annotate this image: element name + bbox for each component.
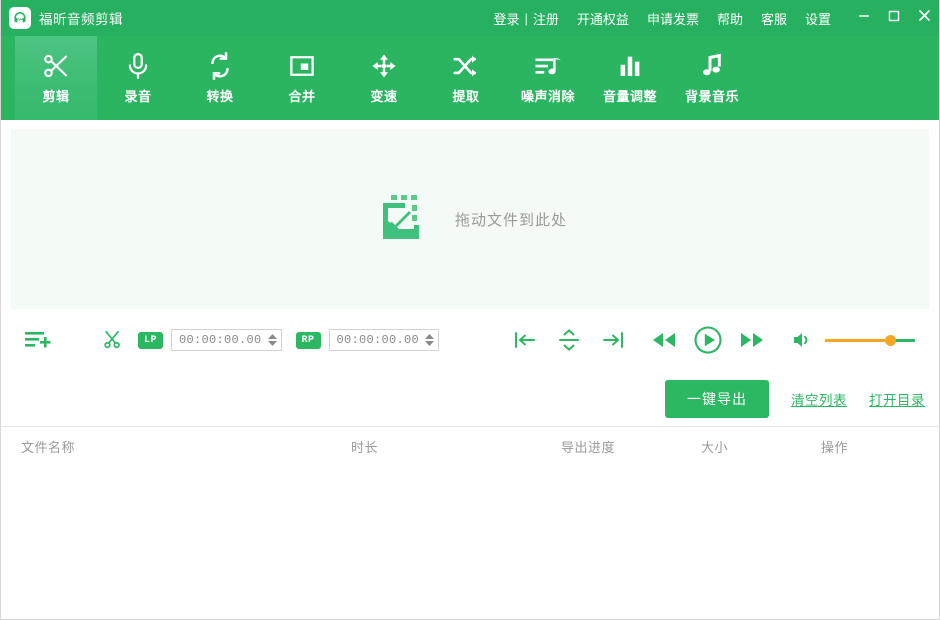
tab-volume-adjust-label: 音量调整 [603, 86, 657, 105]
tab-edit[interactable]: 剪辑 [15, 36, 97, 120]
column-header-progress[interactable]: 导出进度 [561, 437, 701, 456]
close-button[interactable] [909, 0, 939, 36]
dropzone-text: 拖动文件到此处 [455, 209, 567, 230]
tab-noise-reduction[interactable]: 噪声消除 [507, 36, 589, 120]
tab-speed[interactable]: 变速 [343, 36, 425, 120]
tab-noise-reduction-label: 噪声消除 [521, 86, 575, 105]
jump-to-end-icon[interactable] [601, 329, 625, 351]
auth-group: 登录 | 注册 [494, 9, 559, 28]
spinner-up-icon[interactable] [425, 334, 434, 339]
spinner-down-icon[interactable] [425, 341, 434, 346]
left-marker-time-value: 00:00:00.00 [179, 333, 262, 347]
volume-bars-icon [615, 51, 645, 81]
titlebar-menu: 登录 | 注册 开通权益 申请发票 帮助 客服 设置 [494, 0, 832, 36]
menu-item-invoice[interactable]: 申请发票 [647, 9, 699, 28]
add-to-list-icon[interactable] [24, 327, 52, 353]
left-marker-spinner[interactable] [268, 334, 277, 346]
fast-forward-icon[interactable] [739, 330, 765, 350]
play-circle-icon[interactable] [693, 325, 723, 355]
noise-reduce-icon [533, 51, 563, 81]
convert-refresh-icon [205, 51, 235, 81]
maximize-button[interactable] [879, 0, 909, 36]
merge-square-icon [287, 51, 317, 81]
auth-separator: | [525, 11, 528, 26]
tab-convert[interactable]: 转换 [179, 36, 261, 120]
tab-merge-label: 合并 [288, 86, 315, 105]
file-list-table: 文件名称 时长 导出进度 大小 操作 [1, 426, 939, 585]
rewind-icon[interactable] [651, 330, 677, 350]
headphone-icon [12, 10, 28, 26]
microphone-icon [123, 51, 153, 81]
dropzone-container: 拖动文件到此处 [1, 120, 939, 309]
minimize-button[interactable] [849, 0, 879, 36]
menu-item-benefits[interactable]: 开通权益 [577, 9, 629, 28]
column-header-action[interactable]: 操作 [821, 437, 921, 456]
title-bar: 福昕音频剪辑 登录 | 注册 开通权益 申请发票 帮助 客服 设置 [1, 0, 939, 36]
spinner-up-icon[interactable] [268, 334, 277, 339]
tab-speed-label: 变速 [370, 86, 397, 105]
main-toolbar: 剪辑 录音 转换 [1, 36, 939, 120]
window-controls [849, 0, 939, 36]
table-header-row: 文件名称 时长 导出进度 大小 操作 [1, 427, 939, 465]
clear-list-link[interactable]: 清空列表 [791, 389, 847, 409]
table-body-empty [1, 465, 939, 585]
column-header-size[interactable]: 大小 [701, 437, 821, 456]
menu-item-help[interactable]: 帮助 [717, 9, 743, 28]
volume-knob[interactable] [885, 335, 896, 346]
volume-slider[interactable] [825, 333, 915, 347]
tab-background-music[interactable]: 背景音乐 [671, 36, 753, 120]
login-link[interactable]: 登录 [494, 9, 520, 28]
tab-record[interactable]: 录音 [97, 36, 179, 120]
export-actions: 一键导出 清空列表 打开目录 [1, 371, 939, 426]
tab-edit-label: 剪辑 [42, 86, 69, 105]
tab-record-label: 录音 [124, 86, 151, 105]
control-bar: LP 00:00:00.00 RP 00:00:00.00 [1, 309, 939, 371]
volume-fill [825, 339, 890, 342]
tab-merge[interactable]: 合并 [261, 36, 343, 120]
left-marker-badge[interactable]: LP [138, 332, 163, 349]
speaker-volume-icon[interactable] [791, 329, 813, 351]
right-marker-time-field[interactable]: 00:00:00.00 [329, 329, 440, 351]
export-button[interactable]: 一键导出 [665, 380, 769, 418]
tab-convert-label: 转换 [206, 86, 233, 105]
register-link[interactable]: 注册 [533, 9, 559, 28]
close-icon [918, 9, 931, 27]
spinner-down-icon[interactable] [268, 341, 277, 346]
left-marker-time-field[interactable]: 00:00:00.00 [171, 329, 282, 351]
open-folder-link[interactable]: 打开目录 [869, 389, 925, 409]
menu-item-support[interactable]: 客服 [761, 9, 787, 28]
tab-background-music-label: 背景音乐 [685, 86, 739, 105]
app-logo [9, 7, 31, 29]
app-title: 福昕音频剪辑 [39, 8, 123, 28]
cut-scissors-icon[interactable] [102, 328, 124, 352]
right-marker-spinner[interactable] [425, 334, 434, 346]
tab-volume-adjust[interactable]: 音量调整 [589, 36, 671, 120]
drag-drop-arrow-icon [373, 189, 429, 250]
speed-cross-icon [369, 51, 399, 81]
application-window: 福昕音频剪辑 登录 | 注册 开通权益 申请发票 帮助 客服 设置 [0, 0, 940, 620]
shuffle-extract-icon [451, 51, 481, 81]
column-header-duration[interactable]: 时长 [351, 437, 561, 456]
split-divide-icon[interactable] [557, 328, 581, 352]
menu-item-settings[interactable]: 设置 [805, 9, 831, 28]
playback-controls [513, 325, 915, 355]
maximize-icon [888, 9, 900, 27]
minimize-icon [858, 9, 870, 27]
right-marker-badge[interactable]: RP [296, 332, 321, 349]
scissors-icon [41, 51, 71, 81]
file-dropzone[interactable]: 拖动文件到此处 [11, 129, 929, 309]
music-note-icon [697, 51, 727, 81]
tab-extract[interactable]: 提取 [425, 36, 507, 120]
tab-extract-label: 提取 [452, 86, 479, 105]
jump-to-start-icon[interactable] [513, 329, 537, 351]
right-marker-time-value: 00:00:00.00 [337, 333, 420, 347]
column-header-filename[interactable]: 文件名称 [1, 437, 351, 456]
